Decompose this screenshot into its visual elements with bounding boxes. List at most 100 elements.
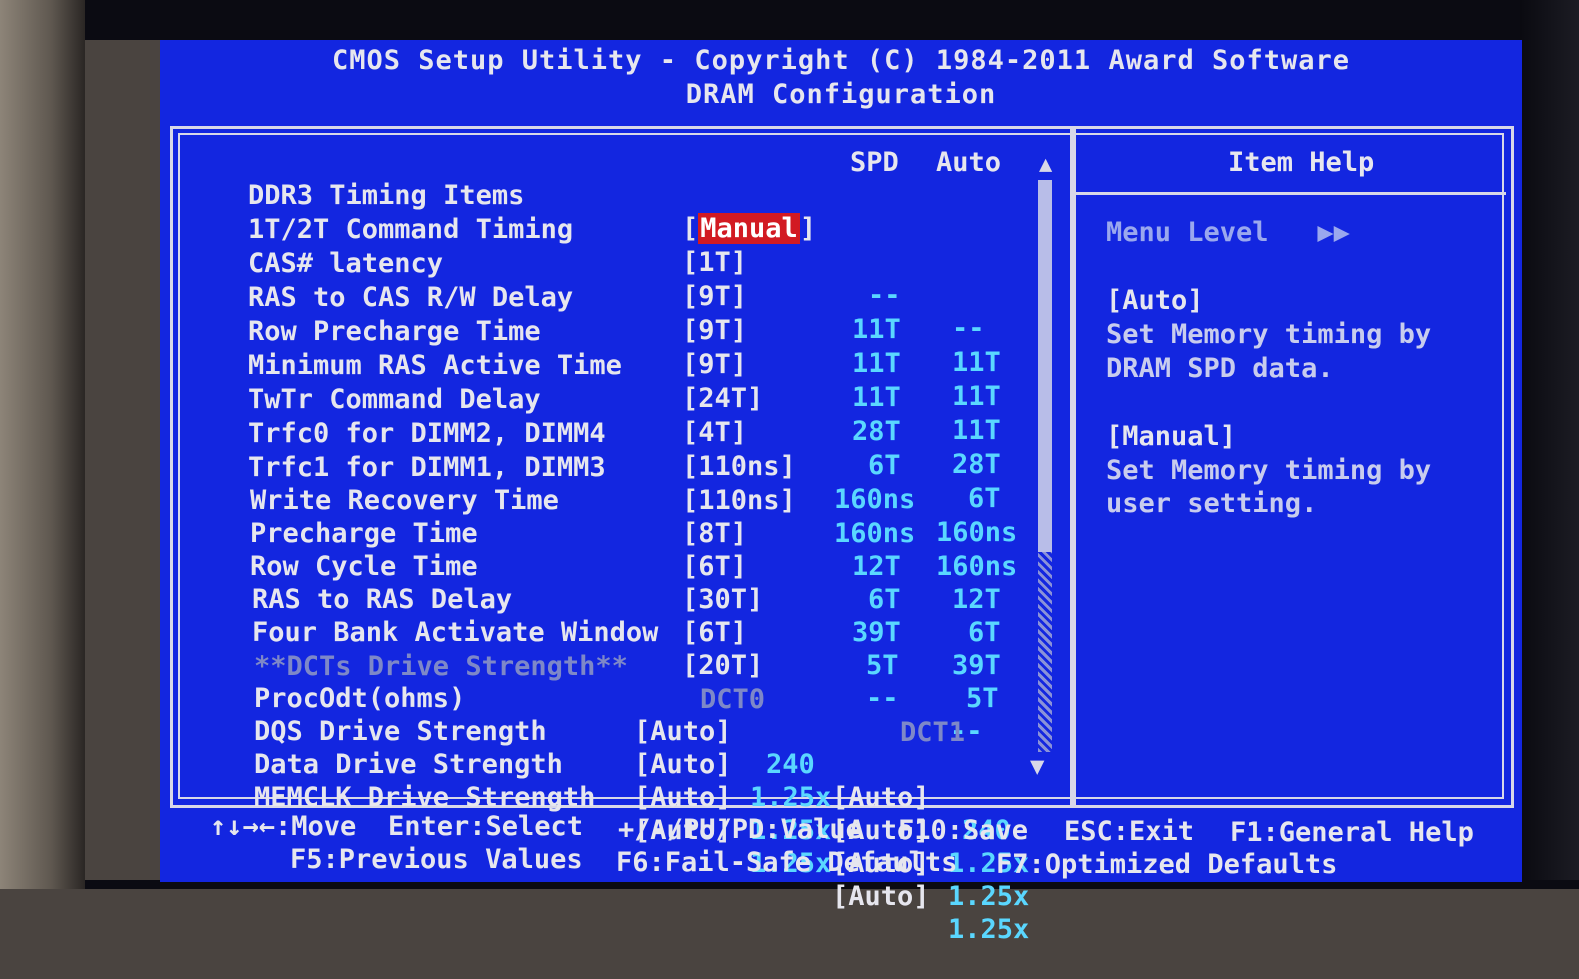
- scroll-up-arrow-icon[interactable]: ▲: [1039, 148, 1052, 181]
- help-line: Set Memory timing by: [1106, 455, 1432, 486]
- footer-key-fail-safe: F6:Fail-Safe Defaults: [616, 847, 958, 878]
- column-header-auto: Auto: [936, 147, 1002, 178]
- spd-value: 12T: [852, 551, 901, 582]
- item-help-title: Item Help: [1228, 147, 1375, 178]
- auto-value: 28T: [952, 449, 1001, 480]
- footer-key-previous-values: F5:Previous Values: [290, 844, 583, 875]
- spd-value: 11T: [852, 382, 901, 413]
- dct1-actual-value: 1.25x: [948, 914, 1030, 945]
- help-line: DRAM SPD data.: [1106, 353, 1334, 384]
- spd-value: 5T: [866, 650, 899, 681]
- monitor-bezel-top: [85, 0, 1579, 40]
- auto-value: --: [952, 313, 985, 344]
- spd-value: 11T: [852, 314, 901, 345]
- dct1-actual-value: 1.25x: [948, 881, 1030, 912]
- setting-row-trfc1[interactable]: Trfc1 for DIMM1, DIMM3 [110ns] 160ns 160…: [248, 418, 1017, 582]
- setting-value[interactable]: [Manual]: [682, 212, 816, 245]
- spd-value: 160ns: [834, 518, 916, 549]
- footer-key-select: Enter:Select: [388, 811, 584, 842]
- auto-value: 11T: [952, 381, 1001, 412]
- auto-value: 160ns: [936, 551, 1018, 582]
- panel-divider: [1070, 126, 1076, 806]
- setting-value[interactable]: [9T]: [682, 348, 747, 381]
- setting-row-write-recovery-time[interactable]: Write Recovery Time [8T] 12T 12T: [250, 451, 1001, 615]
- setting-row-row-cycle-time[interactable]: Row Cycle Time [30T] 39T 39T: [250, 517, 1001, 681]
- footer-key-move: ↑↓→←:Move: [210, 811, 357, 842]
- setting-row-1t2t-command-timing[interactable]: 1T/2T Command Timing [1T] -- --: [248, 180, 985, 344]
- help-line: user setting.: [1106, 488, 1318, 519]
- setting-row-cas-latency[interactable]: CAS# latency [9T] 11T 11T: [248, 214, 1001, 378]
- setting-value[interactable]: [1T]: [682, 246, 747, 279]
- setting-row-row-precharge-time[interactable]: Row Precharge Time [9T] 11T 11T: [248, 282, 1001, 446]
- auto-value: 160ns: [936, 517, 1018, 548]
- dct0-setting-value[interactable]: [Auto]: [634, 748, 732, 781]
- setting-value[interactable]: [4T]: [682, 416, 747, 449]
- setting-row-min-ras-active-time[interactable]: Minimum RAS Active Time [24T] 28T 28T: [248, 316, 1001, 480]
- help-line: [Manual]: [1106, 421, 1237, 452]
- help-divider: [1076, 192, 1506, 195]
- utility-title: CMOS Setup Utility - Copyright (C) 1984-…: [331, 45, 1351, 76]
- setting-value[interactable]: [9T]: [682, 280, 747, 313]
- setting-row-twtr-command-delay[interactable]: TwTr Command Delay [4T] 6T 6T: [248, 350, 1001, 514]
- setting-value[interactable]: [9T]: [682, 314, 747, 347]
- column-header-spd: SPD: [850, 147, 899, 178]
- spd-value: 11T: [852, 348, 901, 379]
- dct1-setting-value[interactable]: [Auto]: [832, 880, 930, 913]
- dct1-header: DCT1: [900, 717, 966, 748]
- footer-key-value: +/-/PU/PD:Value: [618, 814, 862, 845]
- dct0-header: DCT0: [700, 684, 766, 715]
- setting-row-memclk-drive-strength[interactable]: MEMCLK Drive Strength [Auto] 1.25x [Auto…: [254, 748, 1029, 945]
- auto-value: 11T: [952, 415, 1001, 446]
- setting-value[interactable]: [110ns]: [682, 450, 796, 483]
- spd-value: 160ns: [834, 484, 916, 515]
- bios-screen: CMOS Setup Utility - Copyright (C) 1984-…: [160, 40, 1522, 945]
- spd-value: --: [866, 683, 899, 714]
- dct0-setting-value[interactable]: [Auto]: [634, 715, 732, 748]
- auto-value: 12T: [952, 584, 1001, 615]
- auto-value: 5T: [966, 683, 999, 714]
- help-line: Set Memory timing by: [1106, 319, 1432, 350]
- setting-value[interactable]: [24T]: [682, 382, 763, 415]
- auto-value: 6T: [968, 617, 1001, 648]
- scrollbar-thumb[interactable]: [1038, 180, 1052, 552]
- setting-value[interactable]: [6T]: [682, 550, 747, 583]
- setting-row-procodt[interactable]: ProcOdt(ohms) [Auto] 240 [Auto] 240: [254, 649, 1011, 846]
- setting-row-ras-to-ras-delay[interactable]: RAS to RAS Delay [6T] 5T 5T: [252, 550, 999, 714]
- dct0-actual-value: 240: [766, 749, 815, 780]
- setting-row-ras-to-cas[interactable]: RAS to CAS R/W Delay [9T] 11T 11T: [248, 248, 1001, 412]
- menu-level: Menu Level ▶▶: [1106, 217, 1350, 248]
- spd-value: 28T: [852, 416, 901, 447]
- selected-value-highlight[interactable]: Manual: [698, 213, 800, 244]
- setting-row-dqs-drive-strength[interactable]: DQS Drive Strength [Auto] 1.25x [Auto] 1…: [254, 682, 1029, 879]
- dct0-setting-value[interactable]: [Auto]: [634, 781, 732, 814]
- page-title: DRAM Configuration: [685, 79, 997, 110]
- spd-value: 39T: [852, 617, 901, 648]
- monitor-bezel-left: [0, 0, 85, 889]
- setting-row-ddr3-timing-items[interactable]: DDR3 Timing Items [Manual]: [248, 146, 816, 244]
- dct1-setting-value[interactable]: [Auto]: [832, 781, 930, 814]
- spd-value: 6T: [868, 450, 901, 481]
- setting-value[interactable]: [8T]: [682, 517, 747, 550]
- scroll-down-arrow-icon[interactable]: ▼: [1030, 750, 1044, 783]
- auto-value: 39T: [952, 650, 1001, 681]
- footer-key-general-help: F1:General Help: [1230, 817, 1474, 848]
- footer-key-exit: ESC:Exit: [1064, 816, 1195, 847]
- footer-key-save: F10:Save: [898, 815, 1029, 846]
- setting-row-precharge-time[interactable]: Precharge Time [6T] 6T 6T: [250, 484, 1001, 648]
- setting-row-data-drive-strength[interactable]: Data Drive Strength [Auto] 1.25x [Auto] …: [254, 715, 1029, 912]
- dct0-actual-value: 1.25x: [750, 782, 832, 813]
- setting-value[interactable]: [110ns]: [682, 484, 796, 517]
- setting-value[interactable]: [20T]: [682, 649, 763, 682]
- help-line: [Auto]: [1106, 285, 1204, 316]
- header: CMOS Setup Utility - Copyright (C) 1984-…: [160, 44, 1522, 112]
- monitor-bezel-right: [1520, 0, 1579, 889]
- setting-row-four-bank-activate-window[interactable]: Four Bank Activate Window [20T] -- --: [252, 583, 983, 747]
- setting-row-trfc0[interactable]: Trfc0 for DIMM2, DIMM4 [110ns] 160ns 160…: [248, 384, 1017, 548]
- drive-strength-section-header: **DCTs Drive Strength** DCT0 DCT1: [254, 617, 965, 748]
- spd-value: --: [868, 280, 901, 311]
- spd-value: 6T: [868, 584, 901, 615]
- setting-value[interactable]: [6T]: [682, 616, 747, 649]
- footer-key-optimized: F7:Optimized Defaults: [996, 849, 1338, 880]
- auto-value: 11T: [952, 347, 1001, 378]
- setting-value[interactable]: [30T]: [682, 583, 763, 616]
